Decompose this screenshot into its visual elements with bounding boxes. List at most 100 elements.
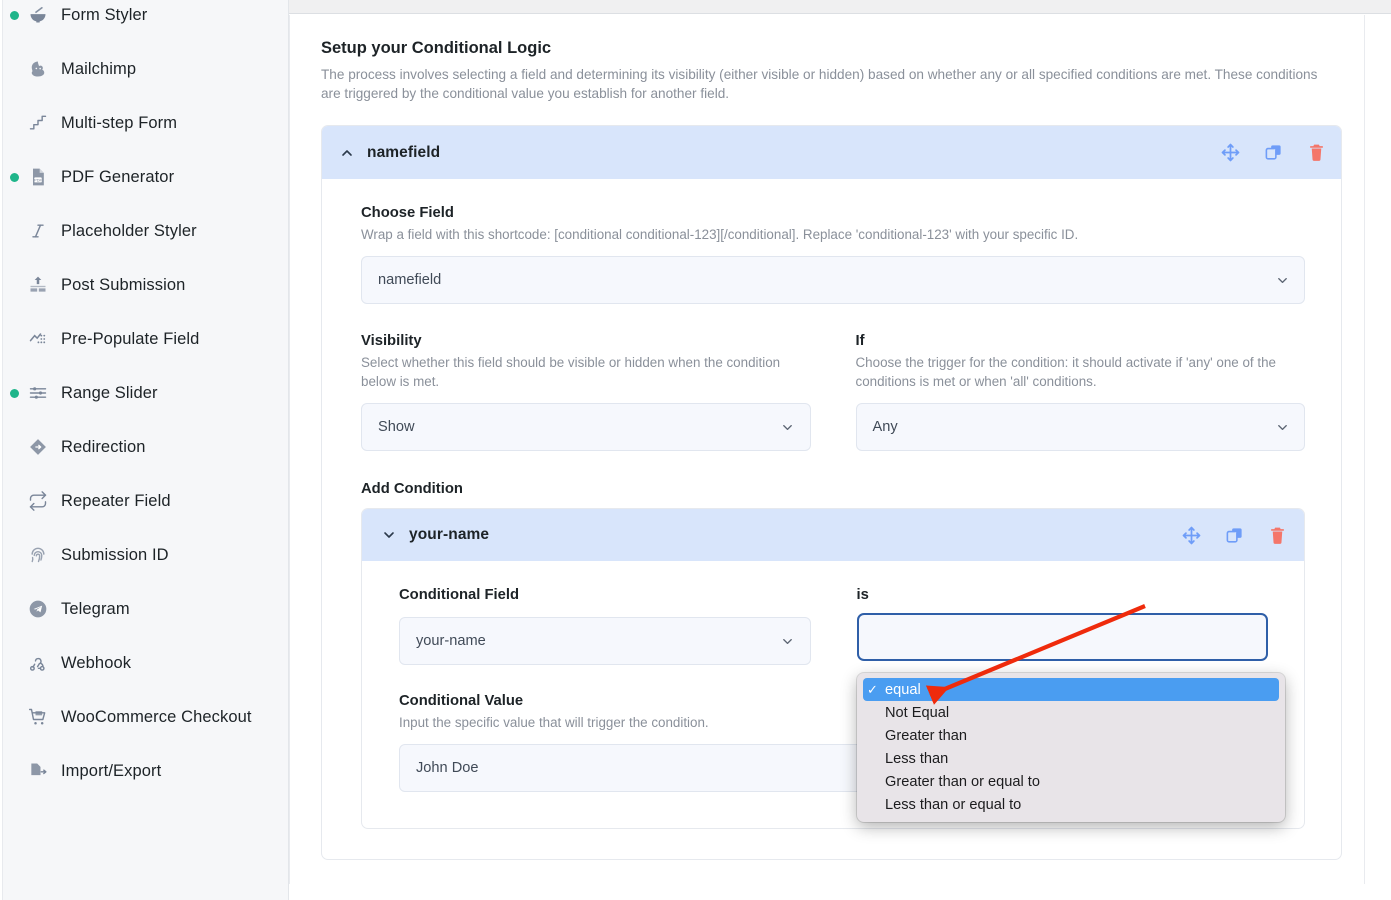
status-dot-placeholder bbox=[10, 281, 19, 290]
if-help: Choose the trigger for the condition: it… bbox=[856, 353, 1306, 391]
active-status-dot bbox=[10, 389, 19, 398]
dropdown-option-label: equal bbox=[885, 682, 921, 698]
dropdown-option[interactable]: ✓Not Equal bbox=[857, 701, 1285, 724]
sidebar-item-placeholder-styler[interactable]: Placeholder Styler bbox=[0, 204, 288, 258]
sidebar-item-label: Webhook bbox=[61, 654, 131, 673]
visibility-help: Select whether this field should be visi… bbox=[361, 353, 811, 391]
status-dot-placeholder bbox=[10, 335, 19, 344]
sidebar-item-submission-id[interactable]: Submission ID bbox=[0, 528, 288, 582]
conditional-value-group: Conditional Value Input the specific val… bbox=[399, 693, 811, 732]
sidebar-item-label: Multi-step Form bbox=[61, 114, 177, 133]
status-dot-placeholder bbox=[10, 227, 19, 236]
app-screen: Form Styler Mailchimp Multi-step Form PDFPD… bbox=[0, 0, 1391, 900]
dropdown-option[interactable]: ✓Less than or equal to bbox=[857, 793, 1285, 816]
condition-row: Conditional Field your-name bbox=[399, 587, 1268, 665]
visibility-label: Visibility bbox=[361, 333, 811, 349]
conditional-field-label: Conditional Field bbox=[399, 587, 811, 603]
svg-text:PDF: PDF bbox=[34, 178, 42, 182]
sidebar-item-label: Range Slider bbox=[61, 384, 158, 403]
is-operator-group: is bbox=[857, 587, 1269, 665]
repeat-icon bbox=[25, 490, 51, 512]
check-icon: ✓ bbox=[867, 797, 883, 813]
choose-field-group: Choose Field Wrap a field with this shor… bbox=[361, 205, 1305, 304]
chevron-down-icon bbox=[1274, 272, 1290, 288]
sidebar-item-form-styler[interactable]: Form Styler bbox=[0, 0, 288, 42]
sidebar-item-repeater-field[interactable]: Repeater Field bbox=[0, 474, 288, 528]
chevron-down-icon bbox=[780, 419, 796, 435]
check-icon: ✓ bbox=[867, 705, 883, 721]
sidebar-item-label: WooCommerce Checkout bbox=[61, 708, 252, 727]
sidebar-item-mailchimp[interactable]: Mailchimp bbox=[0, 42, 288, 96]
check-icon: ✓ bbox=[867, 751, 883, 767]
fingerprint-icon bbox=[25, 544, 51, 566]
check-icon: ✓ bbox=[867, 728, 883, 744]
delete-icon[interactable] bbox=[1306, 142, 1327, 163]
chevron-down-icon[interactable] bbox=[380, 526, 398, 544]
dropdown-option-label: Greater than bbox=[885, 728, 967, 744]
conditional-field-select[interactable]: your-name bbox=[399, 617, 811, 665]
dropdown-option[interactable]: ✓Less than bbox=[857, 747, 1285, 770]
status-dot-placeholder bbox=[10, 119, 19, 128]
choose-field-select[interactable]: namefield bbox=[361, 256, 1305, 304]
visibility-if-row: Visibility Select whether this field sho… bbox=[361, 333, 1305, 451]
mortar-pestle-icon bbox=[25, 4, 51, 26]
steps-icon bbox=[25, 112, 51, 134]
sidebar: Form Styler Mailchimp Multi-step Form PDFPD… bbox=[0, 0, 289, 900]
status-dot-placeholder bbox=[10, 605, 19, 614]
chevron-down-icon bbox=[780, 633, 796, 649]
if-value: Any bbox=[873, 419, 898, 435]
operator-dropdown-menu[interactable]: ✓equal✓Not Equal✓Greater than✓Less than✓… bbox=[857, 673, 1285, 822]
sidebar-item-webhook[interactable]: Webhook bbox=[0, 636, 288, 690]
card-header-actions bbox=[1220, 142, 1327, 163]
sidebar-item-label: Submission ID bbox=[61, 546, 169, 565]
chevron-down-icon bbox=[1274, 419, 1290, 435]
sidebar-item-label: Telegram bbox=[61, 600, 130, 619]
dropdown-option-label: Greater than or equal to bbox=[885, 774, 1040, 790]
card-header[interactable]: namefield bbox=[322, 126, 1341, 179]
sidebar-item-redirection[interactable]: Redirection bbox=[0, 420, 288, 474]
check-icon: ✓ bbox=[867, 774, 883, 790]
if-select[interactable]: Any bbox=[856, 403, 1306, 451]
sidebar-item-woocommerce-checkout[interactable]: WooCommerce Checkout bbox=[0, 690, 288, 744]
dropdown-option[interactable]: ✓Greater than bbox=[857, 724, 1285, 747]
status-dot-placeholder bbox=[10, 65, 19, 74]
if-group: If Choose the trigger for the condition:… bbox=[856, 333, 1306, 451]
sidebar-item-range-slider[interactable]: Range Slider bbox=[0, 366, 288, 420]
admin-top-bar bbox=[289, 0, 1391, 14]
dropdown-option-selected[interactable]: ✓equal bbox=[863, 678, 1279, 701]
is-label: is bbox=[857, 587, 1269, 603]
conditional-value-help: Input the specific value that will trigg… bbox=[399, 713, 811, 732]
sidebar-item-pdf-generator[interactable]: PDFPDF Generator bbox=[0, 150, 288, 204]
duplicate-icon[interactable] bbox=[1263, 142, 1284, 163]
sidebar-item-label: Form Styler bbox=[61, 6, 147, 25]
prepopulate-icon bbox=[25, 328, 51, 350]
sidebar-item-import-export[interactable]: Import/Export bbox=[0, 744, 288, 798]
if-label: If bbox=[856, 333, 1306, 349]
add-condition-label: Add Condition bbox=[361, 481, 1305, 497]
status-dot-placeholder bbox=[10, 551, 19, 560]
sidebar-item-post-submission[interactable]: Post Submission bbox=[0, 258, 288, 312]
sidebar-item-telegram[interactable]: Telegram bbox=[0, 582, 288, 636]
sidebar-item-label: Repeater Field bbox=[61, 492, 171, 511]
conditional-field-group: Conditional Field your-name bbox=[399, 587, 811, 665]
check-icon: ✓ bbox=[867, 682, 883, 698]
card-header-title: namefield bbox=[367, 144, 440, 162]
condition-card-header[interactable]: your-name bbox=[362, 509, 1304, 561]
choose-field-help: Wrap a field with this shortcode: [condi… bbox=[361, 225, 1305, 244]
is-operator-select[interactable] bbox=[857, 613, 1269, 661]
visibility-select[interactable]: Show bbox=[361, 403, 811, 451]
delete-icon[interactable] bbox=[1267, 525, 1288, 546]
dropdown-option-label: Not Equal bbox=[885, 705, 949, 721]
sidebar-item-multi-step-form[interactable]: Multi-step Form bbox=[0, 96, 288, 150]
duplicate-icon[interactable] bbox=[1224, 525, 1245, 546]
move-icon[interactable] bbox=[1220, 142, 1241, 163]
telegram-icon bbox=[25, 598, 51, 620]
sidebar-item-pre-populate-field[interactable]: Pre-Populate Field bbox=[0, 312, 288, 366]
sidebar-item-label: Pre-Populate Field bbox=[61, 330, 199, 349]
chevron-up-icon[interactable] bbox=[338, 144, 356, 162]
mailchimp-icon bbox=[25, 58, 51, 80]
move-icon[interactable] bbox=[1181, 525, 1202, 546]
choose-field-label: Choose Field bbox=[361, 205, 1305, 221]
dropdown-option[interactable]: ✓Greater than or equal to bbox=[857, 770, 1285, 793]
visibility-value: Show bbox=[378, 419, 415, 435]
